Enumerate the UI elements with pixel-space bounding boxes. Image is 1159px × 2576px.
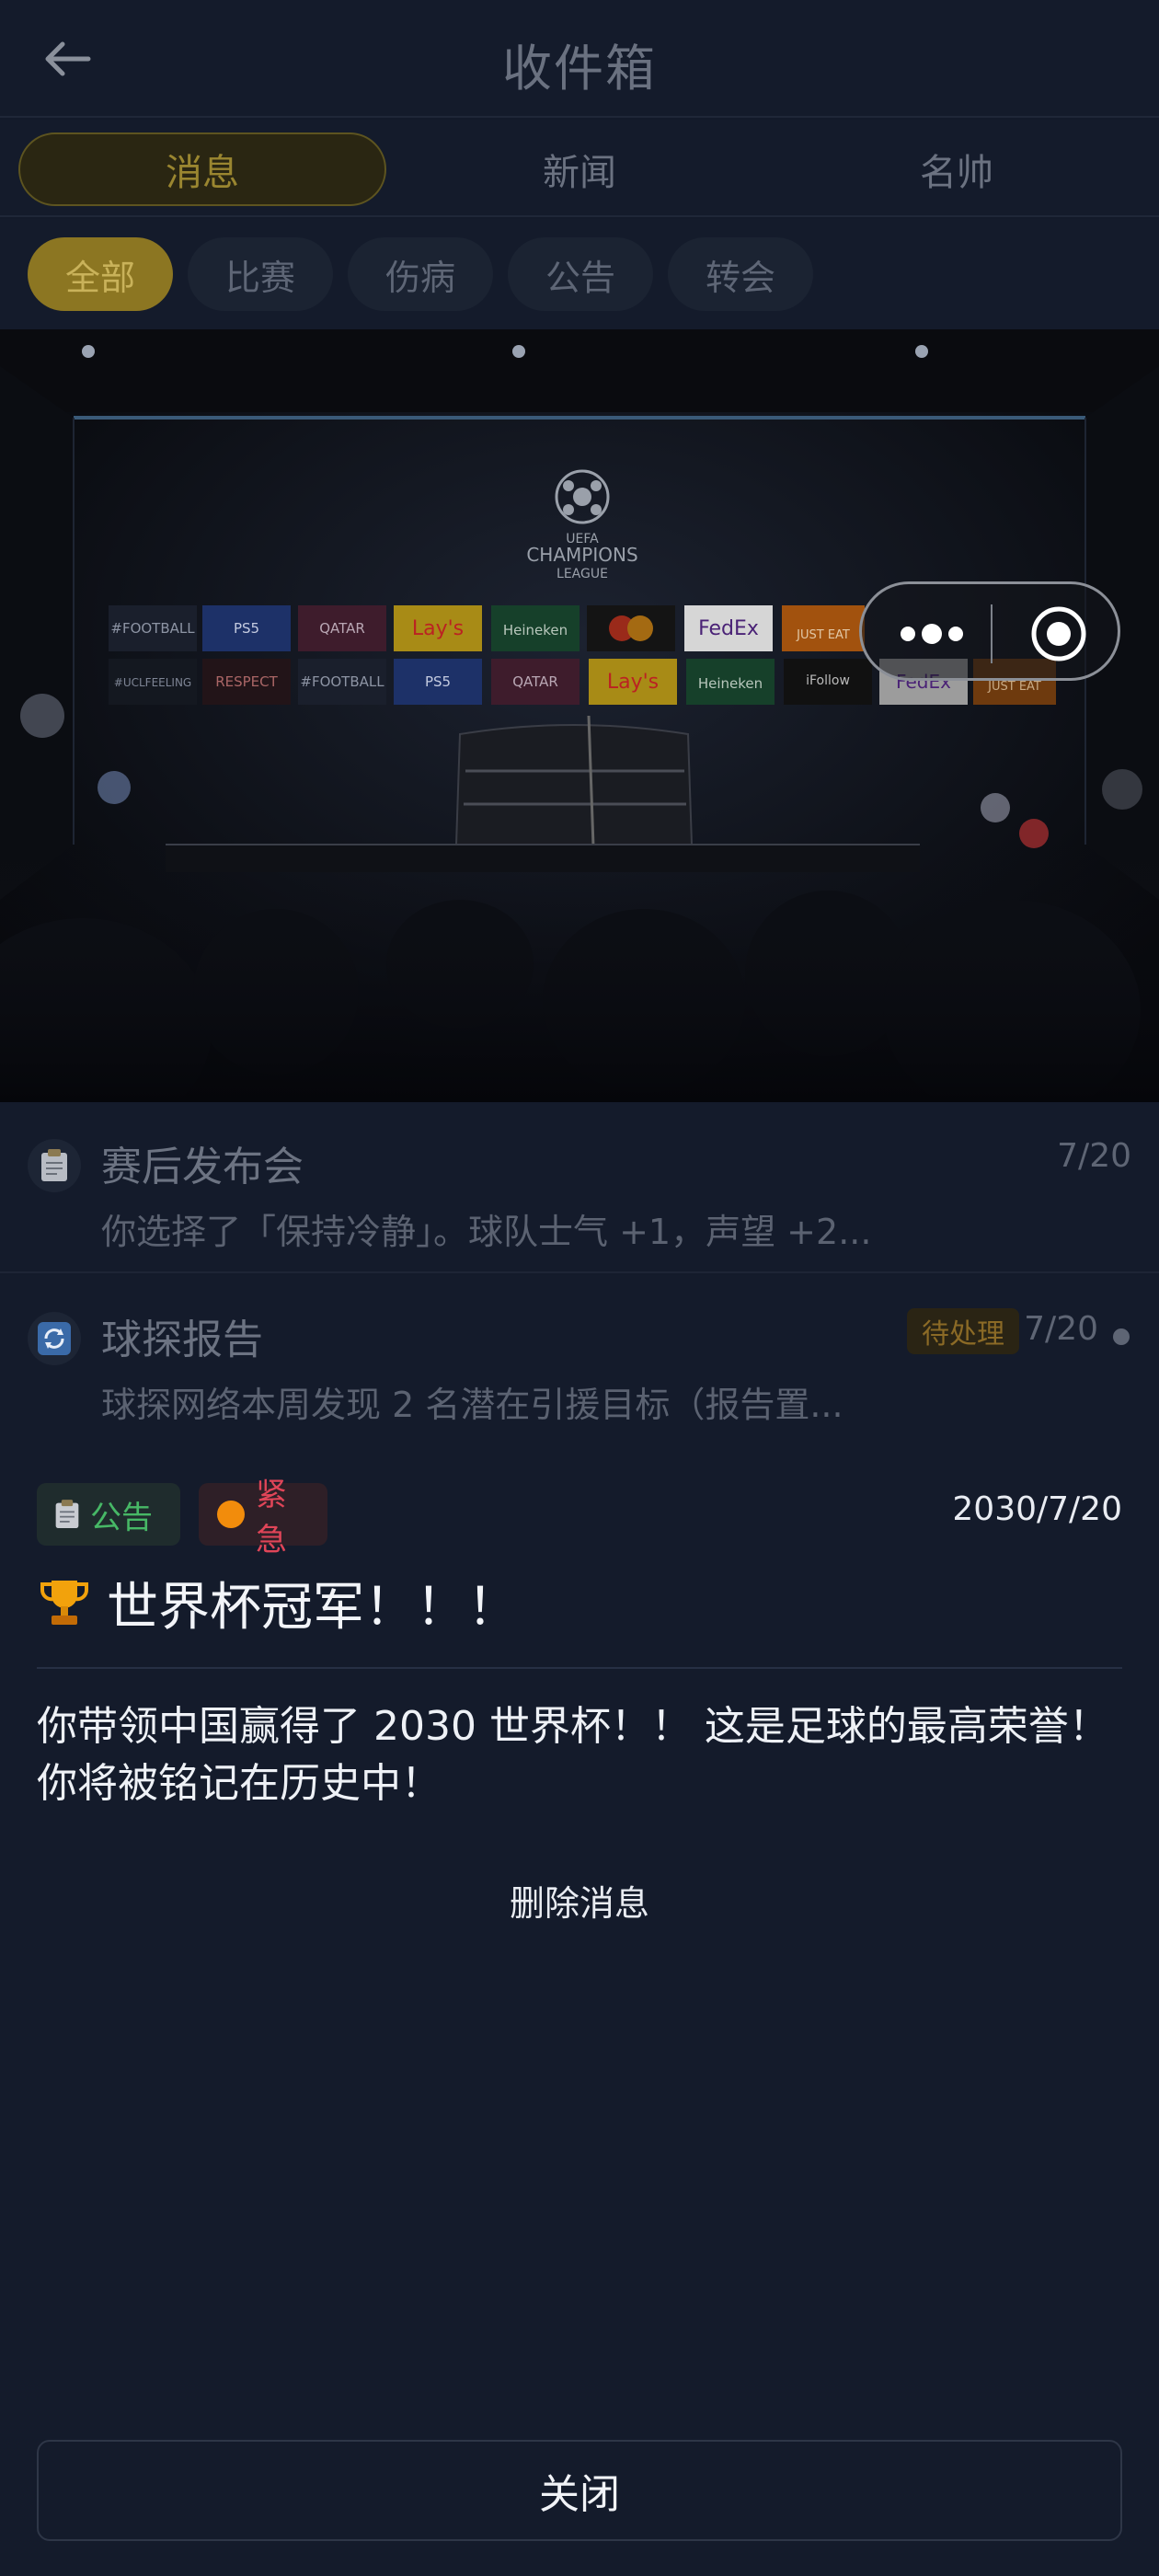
press-conference-image: UEFA CHAMPIONS LEAGUE #FOOTBALL PS5 QATA… <box>0 329 1159 1102</box>
svg-text:FedEx: FedEx <box>698 617 759 640</box>
svg-text:#FOOTBALL: #FOOTBALL <box>110 620 195 637</box>
message-date: 7/20 <box>1057 1137 1131 1175</box>
message-title: 赛后发布会 <box>101 1144 304 1190</box>
tab-news[interactable]: 新闻 <box>396 132 763 206</box>
svg-text:QATAR: QATAR <box>319 620 365 637</box>
filter-all[interactable]: 全部 <box>28 237 173 311</box>
svg-text:#FOOTBALL: #FOOTBALL <box>300 673 384 690</box>
detail-body: 你带领中国赢得了 2030 世界杯！！ 这是足球的最高荣誉！ 你将被铭记在历史中… <box>37 1703 1109 1807</box>
tab-messages[interactable]: 消息 <box>18 132 386 206</box>
svg-text:JUST EAT: JUST EAT <box>987 680 1041 694</box>
press-room-illustration: UEFA CHAMPIONS LEAGUE #FOOTBALL PS5 QATA… <box>0 329 1159 1102</box>
svg-text:CHAMPIONS: CHAMPIONS <box>526 544 637 566</box>
close-button[interactable]: 关闭 <box>37 2440 1122 2541</box>
clipboard-icon <box>53 1499 81 1530</box>
delete-message-button[interactable]: 删除消息 <box>0 1875 1159 1926</box>
filter-notice[interactable]: 公告 <box>508 237 653 311</box>
target-circle-icon <box>1031 606 1086 661</box>
page-title: 收件箱 <box>502 40 657 98</box>
clipboard-icon <box>28 1139 81 1192</box>
svg-text:QATAR: QATAR <box>512 673 558 690</box>
message-detail-sheet: 公告 紧急 2030/7/20 世界杯冠军！！！ 你带领中国赢得了 2030 世… <box>0 1443 1159 2576</box>
message-list-item[interactable]: 赛后发布会 你选择了「保持冷静」。球队士气 +1，声望 +2... 7/20 <box>0 1102 1159 1273</box>
message-preview: 球探网络本周发现 2 名潜在引援目标（报告置... <box>101 1385 843 1425</box>
more-dots-icon <box>901 624 963 644</box>
unread-dot <box>1113 1328 1130 1345</box>
svg-text:JUST EAT: JUST EAT <box>796 628 850 642</box>
detail-title-text: 世界杯冠军！！！ <box>107 1577 519 1638</box>
capsule-divider <box>991 604 993 663</box>
svg-text:Heineken: Heineken <box>503 622 568 638</box>
notice-tag: 公告 <box>37 1483 180 1546</box>
capsule-menu <box>859 581 1120 681</box>
svg-text:iFollow: iFollow <box>806 673 850 688</box>
refresh-icon <box>28 1312 81 1365</box>
detail-title: 世界杯冠军！！！ <box>37 1566 519 1639</box>
message-title: 球探报告 <box>101 1317 263 1363</box>
tab-managers[interactable]: 名帅 <box>773 132 1141 206</box>
urgent-tag: 紧急 <box>199 1477 327 1558</box>
more-button[interactable] <box>897 615 970 652</box>
filter-transfer[interactable]: 转会 <box>668 237 813 311</box>
svg-text:Heineken: Heineken <box>698 675 763 692</box>
svg-text:#UCLFEELING: #UCLFEELING <box>114 676 191 689</box>
detail-date: 2030/7/20 <box>952 1490 1122 1528</box>
svg-text:PS5: PS5 <box>425 673 451 690</box>
trophy-icon <box>40 1581 88 1625</box>
message-preview: 你选择了「保持冷静」。球队士气 +1，声望 +2... <box>101 1212 872 1252</box>
divider <box>37 1667 1122 1669</box>
pending-badge: 待处理 <box>907 1308 1019 1354</box>
filter-match[interactable]: 比赛 <box>188 237 333 311</box>
message-date: 7/20 <box>1024 1310 1098 1348</box>
orange-dot-icon <box>215 1499 247 1530</box>
svg-text:Lay's: Lay's <box>412 617 464 640</box>
app-header: 收件箱 <box>0 0 1159 118</box>
filter-injury[interactable]: 伤病 <box>348 237 493 311</box>
urgent-tag-label: 紧急 <box>256 1477 287 1558</box>
filter-bar: 全部 比赛 伤病 公告 转会 <box>0 219 1159 329</box>
svg-text:LEAGUE: LEAGUE <box>557 567 608 581</box>
main-tab-bar: 消息 新闻 名帅 <box>0 120 1159 217</box>
svg-text:RESPECT: RESPECT <box>215 673 278 690</box>
close-miniprogram-button[interactable] <box>1029 604 1088 663</box>
message-list-item[interactable]: 球探报告 球探网络本周发现 2 名潜在引援目标（报告置... 待处理 7/20 <box>0 1275 1159 1446</box>
svg-text:PS5: PS5 <box>234 620 259 637</box>
notice-tag-label: 公告 <box>90 1499 153 1536</box>
svg-text:Lay's: Lay's <box>607 671 659 694</box>
